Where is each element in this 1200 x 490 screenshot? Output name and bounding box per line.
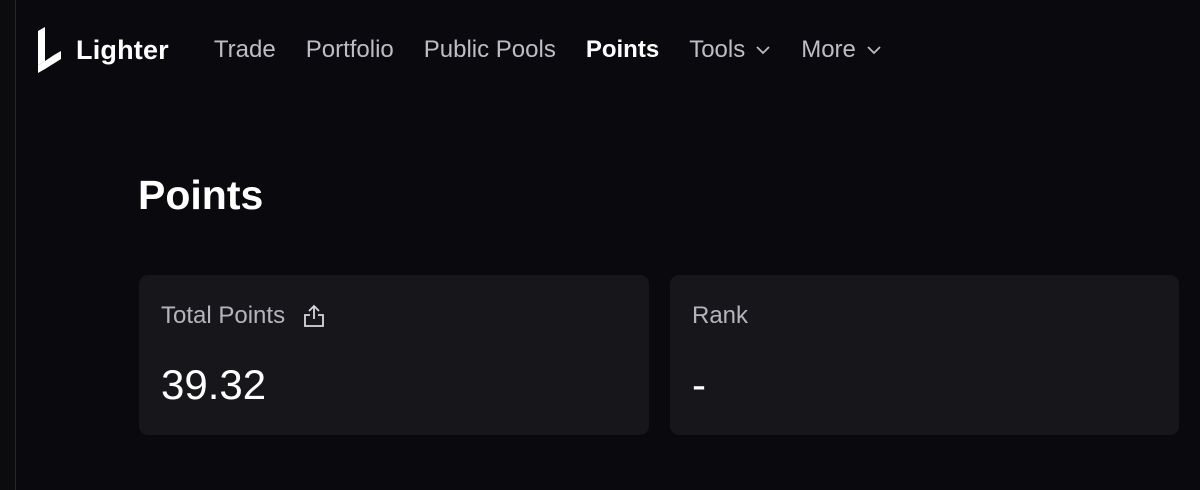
- nav-item-tools[interactable]: Tools: [689, 36, 771, 64]
- nav-item-points[interactable]: Points: [586, 36, 659, 64]
- rank-label: Rank: [692, 302, 749, 329]
- nav-item-label: Tools: [689, 36, 746, 63]
- nav-item-label: Portfolio: [305, 36, 394, 63]
- total-points-label: Total Points: [161, 302, 286, 329]
- page-title: Points: [138, 172, 264, 218]
- top-navigation: Lighter Trade Portfolio Public Pools Poi…: [36, 0, 1200, 100]
- main-nav: Trade Portfolio Public Pools Points Tool…: [214, 36, 912, 64]
- chevron-down-icon: [866, 45, 882, 55]
- total-points-value: 39.32: [161, 361, 267, 408]
- total-points-header: Total Points: [161, 302, 325, 330]
- chevron-down-icon: [755, 45, 771, 55]
- rank-card: Rank -: [670, 275, 1179, 435]
- nav-item-label: More: [801, 36, 856, 63]
- nav-item-portfolio[interactable]: Portfolio: [306, 36, 394, 64]
- total-points-card: Total Points 39.32: [139, 275, 649, 435]
- brand-logo-link[interactable]: Lighter: [36, 27, 169, 73]
- window-left-edge: [0, 0, 16, 490]
- nav-item-trade[interactable]: Trade: [214, 36, 276, 64]
- nav-item-label: Points: [585, 36, 660, 63]
- share-icon[interactable]: [303, 304, 325, 328]
- app-frame: Lighter Trade Portfolio Public Pools Poi…: [0, 0, 1200, 490]
- brand-name: Lighter: [76, 34, 169, 65]
- rank-header: Rank: [692, 302, 748, 330]
- nav-item-label: Public Pools: [423, 36, 556, 63]
- nav-item-label: Trade: [213, 36, 276, 63]
- rank-value: -: [692, 361, 706, 408]
- nav-item-public-pools[interactable]: Public Pools: [424, 36, 556, 64]
- nav-item-more[interactable]: More: [801, 36, 882, 64]
- lighter-logo-icon: [36, 27, 64, 73]
